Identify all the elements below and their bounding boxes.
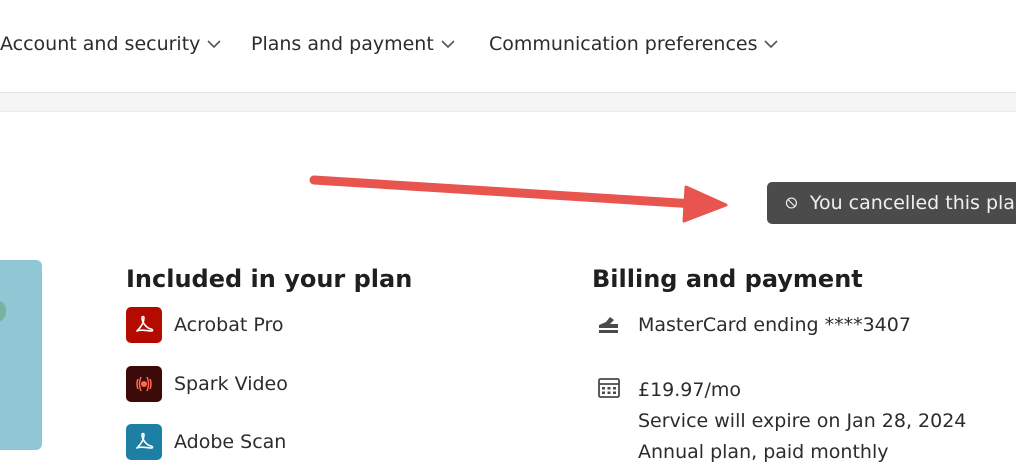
status-badge-label: You cancelled this plan [809,192,1016,214]
chevron-down-icon [440,38,456,50]
included-title: Included in your plan [126,265,413,293]
annotation-arrow-icon [309,175,728,223]
app-item-spark-video[interactable]: Spark Video [126,366,288,402]
app-label: Adobe Scan [174,431,287,453]
top-navigation: Account and security Plans and payment C… [0,0,1016,92]
divider-band [0,92,1016,112]
spark-video-icon [126,366,162,402]
app-label: Spark Video [174,373,288,395]
status-badge: You cancelled this plan [767,182,1016,224]
nav-item-label: Account and security [0,33,201,55]
plan-artwork [0,260,42,450]
plan-expiry: Service will expire on Jan 28, 2024 [638,410,967,432]
chevron-down-icon [763,38,779,50]
chevron-down-icon [206,38,222,50]
calendar-icon [597,377,623,399]
plan-price: £19.97/mo [638,379,742,401]
cancelled-icon [785,197,797,209]
plan-type: Annual plan, paid monthly [638,441,889,463]
nav-account-and-security[interactable]: Account and security [0,33,222,55]
acrobat-icon [126,307,162,343]
app-item-adobe-scan[interactable]: Adobe Scan [126,424,286,460]
nav-item-label: Communication preferences [489,33,758,55]
nav-item-label: Plans and payment [251,33,434,55]
nav-communication-preferences[interactable]: Communication preferences [489,33,779,55]
billing-title: Billing and payment [592,265,863,293]
nav-plans-and-payment[interactable]: Plans and payment [251,33,456,55]
app-item-acrobat-pro[interactable]: Acrobat Pro [126,307,283,343]
credit-card-icon [596,313,622,335]
adobe-scan-icon [126,424,162,460]
app-label: Acrobat Pro [174,314,284,336]
payment-card: MasterCard ending ****3407 [638,314,911,336]
